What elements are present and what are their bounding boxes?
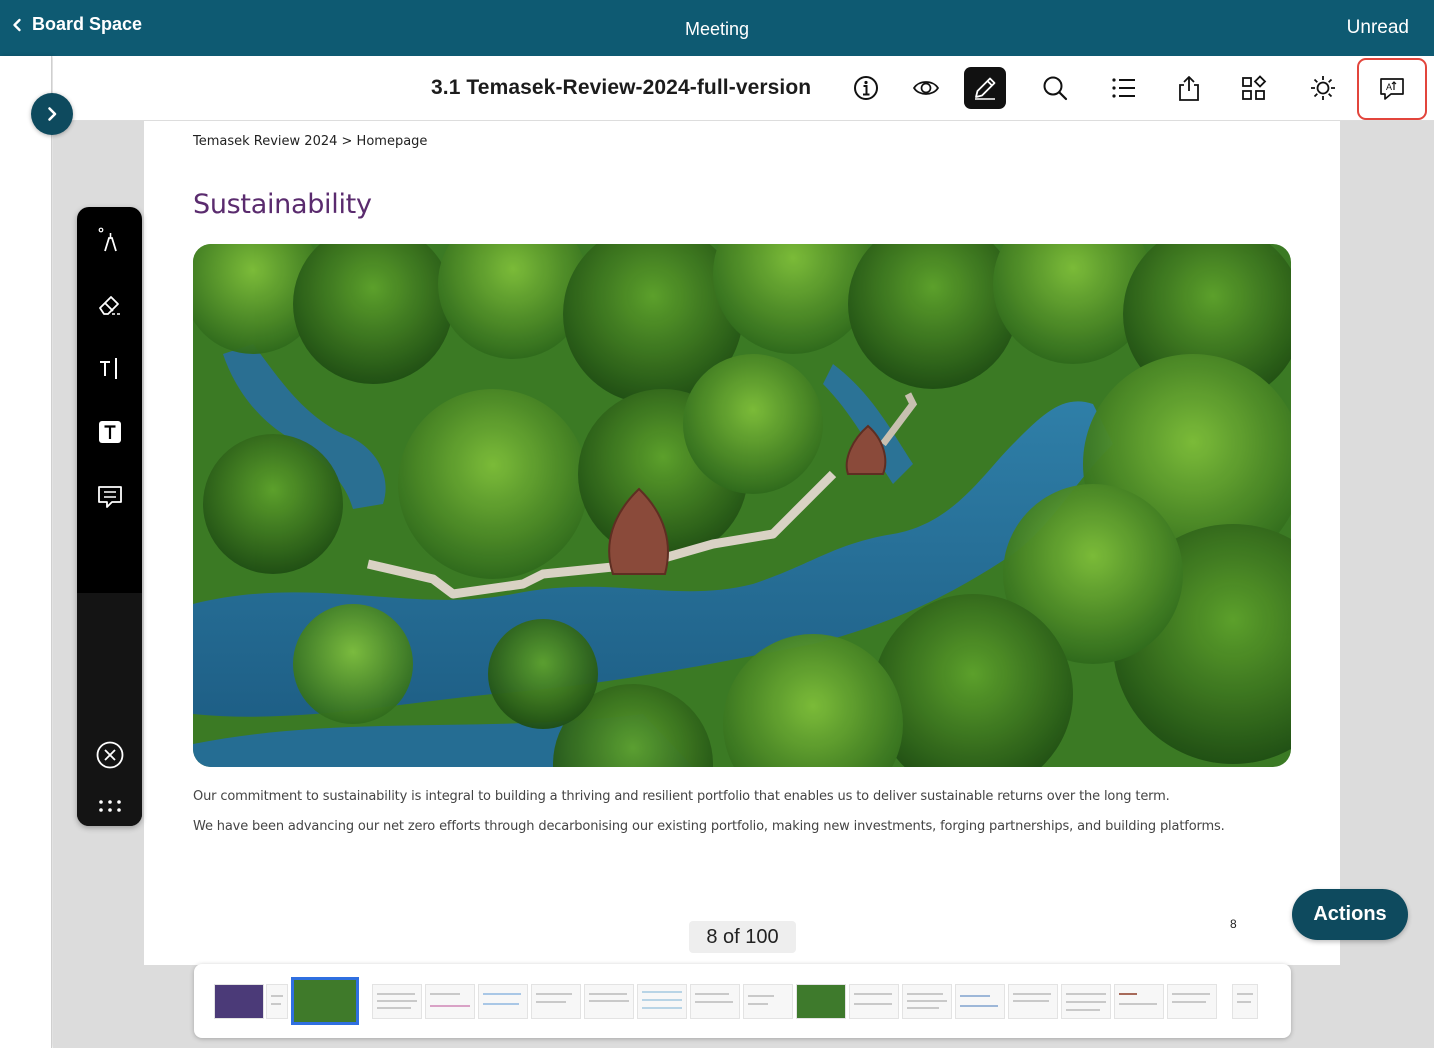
- document-toolbar: 3.1 Temasek-Review-2024-full-version A: [53, 56, 1434, 121]
- page-thumbnail[interactable]: [584, 984, 634, 1019]
- page-heading: Sustainability: [193, 189, 372, 220]
- page-thumbnail[interactable]: [531, 984, 581, 1019]
- page-thumbnail[interactable]: [637, 984, 687, 1019]
- search-icon[interactable]: [1034, 67, 1076, 109]
- chevron-right-icon: [48, 107, 57, 121]
- page-thumbnail[interactable]: [743, 984, 793, 1019]
- left-panel-strip: [0, 56, 52, 1048]
- page-thumbnail[interactable]: [266, 984, 288, 1019]
- page-thumbnail[interactable]: [1167, 984, 1217, 1019]
- svg-text:A: A: [1386, 82, 1392, 92]
- page-thumbnail-selected[interactable]: [291, 977, 359, 1025]
- paragraph: We have been advancing our net zero effo…: [193, 819, 1225, 834]
- apps-icon[interactable]: [1233, 67, 1275, 109]
- comment-icon[interactable]: [89, 476, 130, 517]
- pencil-icon[interactable]: [964, 67, 1006, 109]
- pen-icon[interactable]: [89, 219, 130, 260]
- page-thumbnail[interactable]: [372, 984, 422, 1019]
- page-thumbnail[interactable]: [214, 984, 264, 1019]
- page-thumbnail[interactable]: [1114, 984, 1164, 1019]
- page-thumbnail[interactable]: [1008, 984, 1058, 1019]
- eye-icon[interactable]: [905, 67, 947, 109]
- page-thumbnail[interactable]: [1232, 984, 1258, 1019]
- page-thumbnail[interactable]: [902, 984, 952, 1019]
- expand-sidebar-button[interactable]: [31, 93, 73, 135]
- eraser-icon[interactable]: [89, 283, 130, 324]
- translate-icon[interactable]: A: [1357, 58, 1427, 120]
- page-thumbnail[interactable]: [796, 984, 846, 1019]
- page-thumbnail[interactable]: [690, 984, 740, 1019]
- thumbnail-strip: [194, 964, 1291, 1038]
- page-thumbnail[interactable]: [1061, 984, 1111, 1019]
- paragraph: Our commitment to sustainability is inte…: [193, 789, 1170, 804]
- text-cursor-icon[interactable]: [89, 347, 130, 388]
- unread-button[interactable]: Unread: [1347, 17, 1409, 39]
- page-footer-number: 8: [1230, 917, 1237, 931]
- share-icon[interactable]: [1168, 67, 1210, 109]
- document-page: Temasek Review 2024 > Homepage Sustainab…: [144, 121, 1340, 965]
- text-box-icon[interactable]: [89, 411, 130, 452]
- breadcrumb: Temasek Review 2024 > Homepage: [193, 134, 428, 149]
- list-icon[interactable]: [1103, 67, 1145, 109]
- brightness-icon[interactable]: [1302, 67, 1344, 109]
- meeting-title: Meeting: [684, 19, 750, 39]
- close-circle-icon[interactable]: [89, 734, 130, 775]
- info-icon[interactable]: [845, 67, 887, 109]
- actions-button[interactable]: Actions: [1292, 889, 1408, 940]
- page-indicator: 8 of 100: [689, 921, 796, 953]
- more-dots-icon[interactable]: [89, 785, 130, 826]
- mangrove-aerial-image: [193, 244, 1291, 767]
- document-title: 3.1 Temasek-Review-2024-full-version: [431, 76, 812, 99]
- page-thumbnail[interactable]: [955, 984, 1005, 1019]
- page-thumbnail[interactable]: [478, 984, 528, 1019]
- page-thumbnail[interactable]: [425, 984, 475, 1019]
- top-bar: Board Space Meeting Unread: [0, 0, 1434, 56]
- page-thumbnail[interactable]: [849, 984, 899, 1019]
- annotation-toolbar: [77, 207, 142, 826]
